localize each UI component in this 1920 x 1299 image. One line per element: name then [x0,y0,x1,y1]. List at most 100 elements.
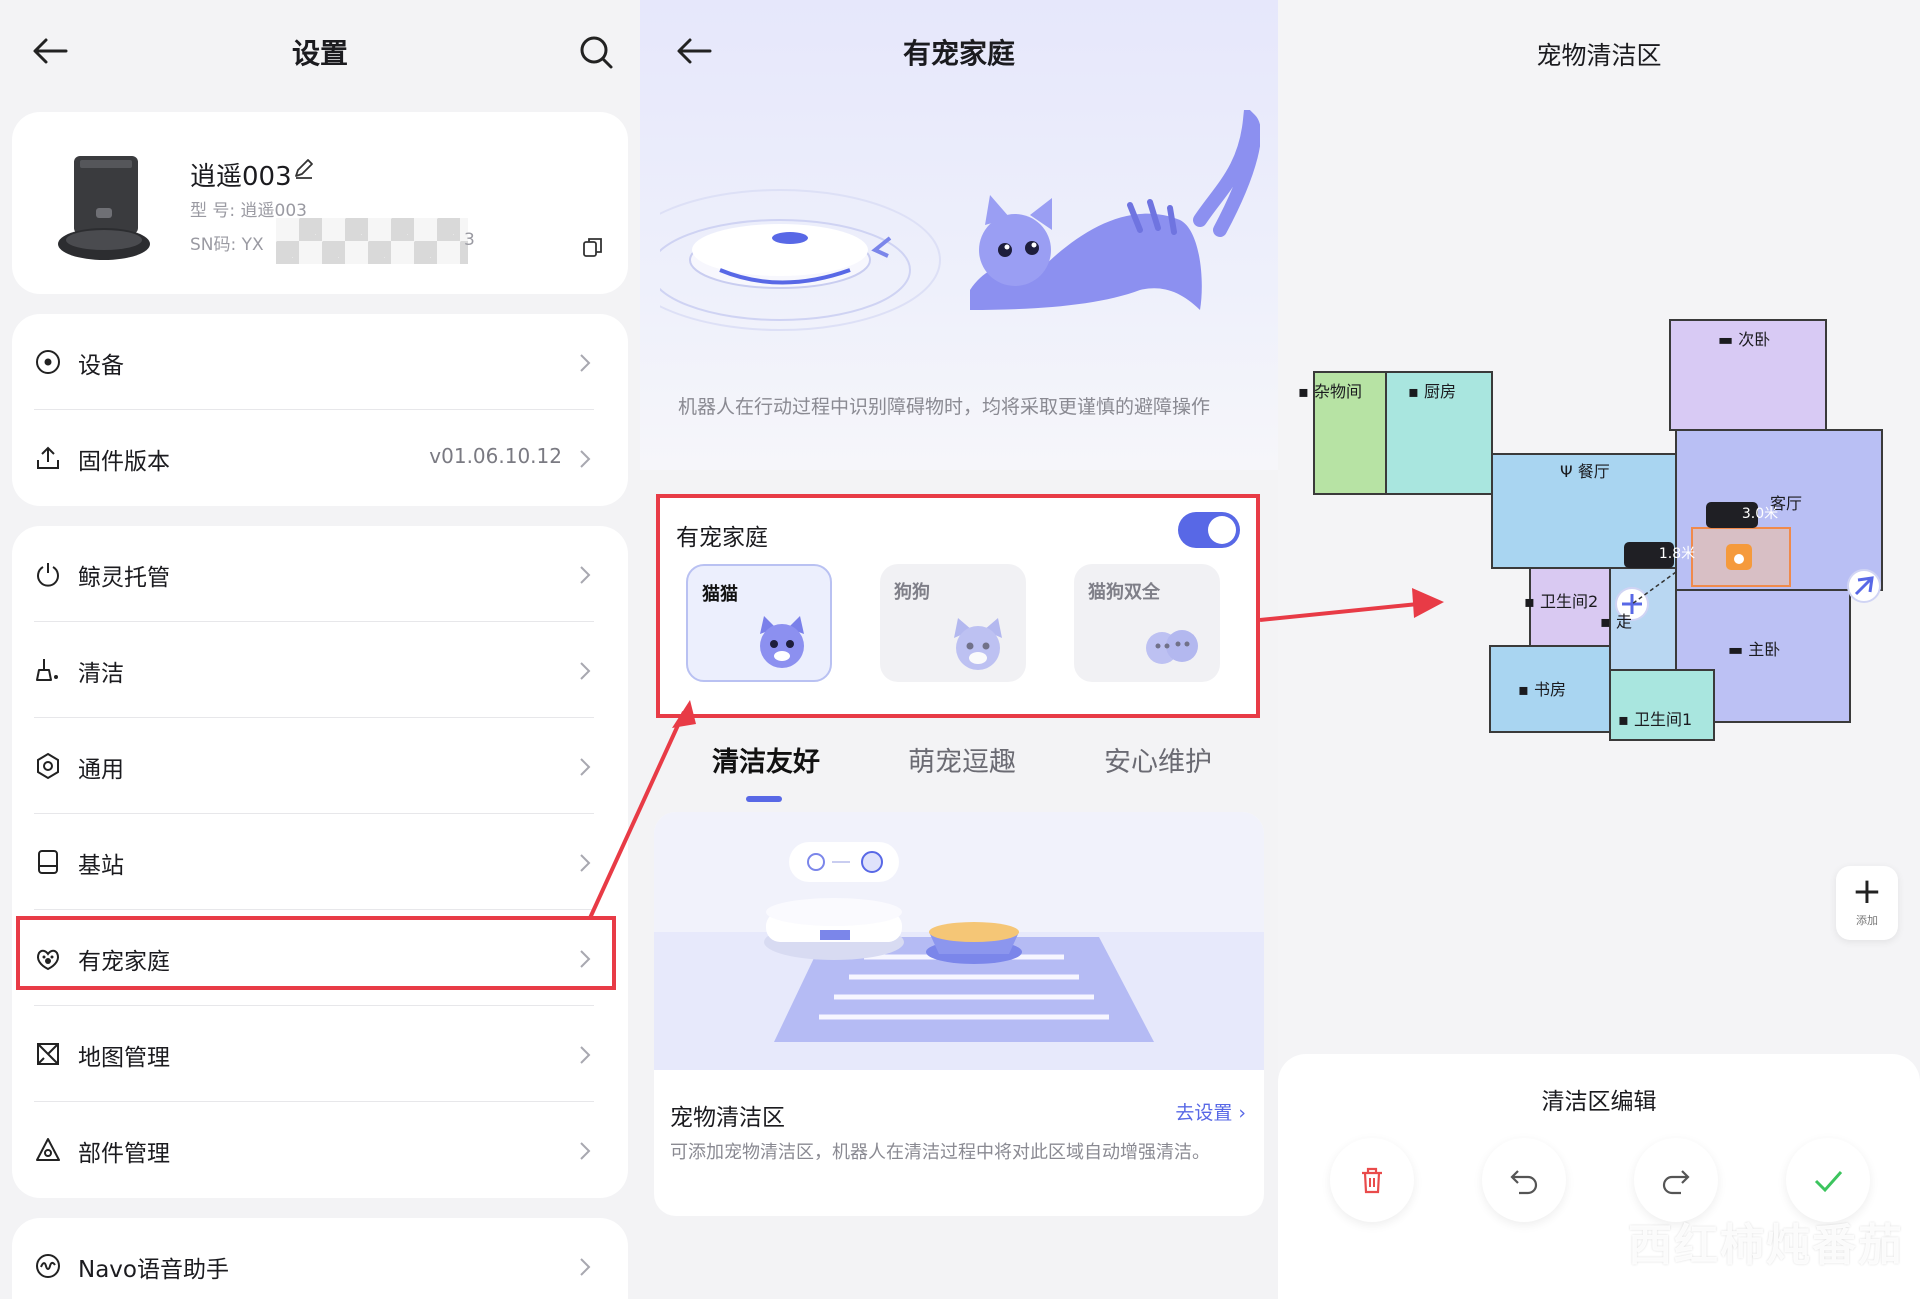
room-label-master-bedroom: ▬ 主卧 [1728,640,1781,659]
pet-clean-zone-panel: 宠物清洁区 ▪ 杂物间 ▪ 厨房 ▬ 次卧 Ψ 餐厅 客厅 ▪ 卫生间2 ▪ 走… [1278,0,1920,1299]
room-label-text: 主卧 [1748,640,1781,659]
feature-title: 宠物清洁区 [670,1105,785,1131]
settings-row-map-manage[interactable]: 地图管理 [22,1006,606,1102]
device-sn-suffix: 3 [464,230,475,250]
sheet-title: 清洁区编辑 [1541,1089,1657,1115]
zone-width-label: 3.0米 [1741,506,1779,522]
parts-icon [36,1138,60,1161]
active-tab-indicator [746,796,782,802]
voice-icon [36,1254,60,1278]
zone-height-label: 1.8米 [1658,546,1696,562]
check-icon [1814,1171,1843,1193]
tab-clean-friendly[interactable]: 清洁友好 [712,740,820,779]
tab-worry-free[interactable]: 安心维护 [1104,740,1212,779]
settings-topbar: 设置 [0,0,640,106]
row-label: Navo语音助手 [78,1257,229,1283]
chevron-right-icon [580,1258,591,1276]
row-label: 清洁 [78,661,124,687]
room-label-bathroom-1: ▪ 卫生间1 [1618,710,1693,729]
settings-row-device[interactable]: 设备 [22,314,606,410]
room-label-second-bedroom: ▬ 次卧 [1718,330,1771,349]
screenshot-composite: 设置 逍遥003 型 号: 逍遥003 SN码: YX 3 设备 固件版本 v0… [0,0,1920,1299]
device-card[interactable]: 逍遥003 型 号: 逍遥003 SN码: YX 3 [12,112,628,294]
pet-clean-zone-feature-card[interactable]: 宠物清洁区 去设置 › 可添加宠物清洁区，机器人在清洁过程中将对此区域自动增强清… [654,812,1264,1216]
upload-icon [37,446,59,469]
device-sn-prefix: SN码: YX [190,235,264,255]
settings-row-firmware[interactable]: 固件版本 v01.06.10.12 [22,410,606,506]
settings-row-station[interactable]: 基站 [22,814,606,910]
chevron-right-icon [580,854,591,872]
row-label: 设备 [78,353,124,379]
feature-description: 可添加宠物清洁区，机器人在清洁过程中将对此区域自动增强清洁。 [670,1142,1210,1163]
room-label-text: 次卧 [1738,330,1771,349]
chevron-right-icon [580,566,591,584]
robot-base-station-image [58,156,150,260]
settings-row-whale-host[interactable]: 鲸灵托管 [22,526,606,622]
floor-map[interactable] [1278,300,1920,780]
page-title: 宠物清洁区 [1536,41,1662,70]
watermark-text: 西红柿炖番茄 [1628,1220,1904,1271]
room-label-kitchen: ▪ 厨房 [1408,382,1456,401]
device-name: 逍遥003 [190,162,292,192]
pet-family-panel: 有宠家庭 机器人在行动过程中识别障碍物时，均将采取更谨慎的避障操作 有宠家庭 猫… [640,0,1278,1299]
room-label-text: 走 [1615,612,1632,631]
firmware-version-value: v01.06.10.12 [429,444,562,468]
search-icon[interactable] [578,34,614,70]
settings-row-general[interactable]: 通用 [22,718,606,814]
undo-icon [1510,1170,1538,1195]
broom-icon [36,659,58,681]
settings-row-clean[interactable]: 清洁 [22,622,606,718]
chevron-right-icon [580,662,591,680]
room-label-storage: ▪ 杂物间 [1298,382,1362,401]
edit-pencil-icon[interactable] [292,156,316,180]
chevron-right-icon [580,1046,591,1064]
chevron-right-icon [580,758,591,776]
station-icon [38,850,58,874]
row-label: 固件版本 [78,449,170,475]
go-settings-label: 去设置 [1175,1102,1233,1124]
copy-icon[interactable] [582,236,604,258]
tab-pet-fun[interactable]: 萌宠逗趣 [908,740,1016,779]
room-label-text: 厨房 [1423,382,1456,401]
robot-cat-illustration [660,110,1260,331]
row-label: 地图管理 [78,1045,170,1071]
room-label-corridor: ▪ 走 [1600,612,1632,631]
settings-panel: 设置 逍遥003 型 号: 逍遥003 SN码: YX 3 设备 固件版本 v0… [0,0,640,1299]
room-label-text: 书房 [1533,680,1566,699]
row-label: 基站 [78,853,124,879]
feature-tabs: 清洁友好 萌宠逗趣 安心维护 [640,740,1278,806]
go-settings-link[interactable]: 去设置 › [1175,1098,1246,1125]
redo-icon [1662,1170,1690,1195]
row-label: 通用 [78,757,124,783]
gear-icon [37,752,59,780]
chevron-right-icon [580,1142,591,1160]
trash-icon [1362,1167,1382,1194]
pet-description: 机器人在行动过程中识别障碍物时，均将采取更谨慎的避障操作 [678,396,1211,418]
row-label: 部件管理 [78,1141,170,1167]
target-icon [36,350,60,374]
add-label: 添加 [1856,914,1878,927]
room-label-dining: Ψ 餐厅 [1560,462,1610,481]
chevron-right-icon: › [1238,1102,1246,1124]
undo-button[interactable] [1482,1138,1566,1222]
settings-row-parts-manage[interactable]: 部件管理 [22,1102,606,1198]
add-zone-button[interactable]: + 添加 [1836,866,1898,940]
room-label-text: 餐厅 [1577,462,1610,481]
settings-row-voice[interactable]: Navo语音助手 [22,1218,606,1299]
chevron-right-icon [580,354,591,372]
page-title: 有宠家庭 [902,37,1015,70]
room-label-text: 卫生间1 [1633,710,1693,729]
sn-redaction-mosaic [276,218,468,264]
delete-button[interactable] [1330,1138,1414,1222]
room-label-text: 杂物间 [1313,382,1362,401]
power-icon [37,563,59,587]
row-label: 鲸灵托管 [78,565,170,591]
map-icon [37,1043,59,1065]
room-label-bathroom-2: ▪ 卫生间2 [1524,592,1599,611]
chevron-right-icon [580,450,591,468]
room-label-text: 卫生间2 [1539,592,1599,611]
room-label-study: ▪ 书房 [1518,680,1566,699]
device-sn: SN码: YX [190,230,264,255]
plus-icon: + [1851,871,1883,912]
page-title: 设置 [291,37,348,70]
